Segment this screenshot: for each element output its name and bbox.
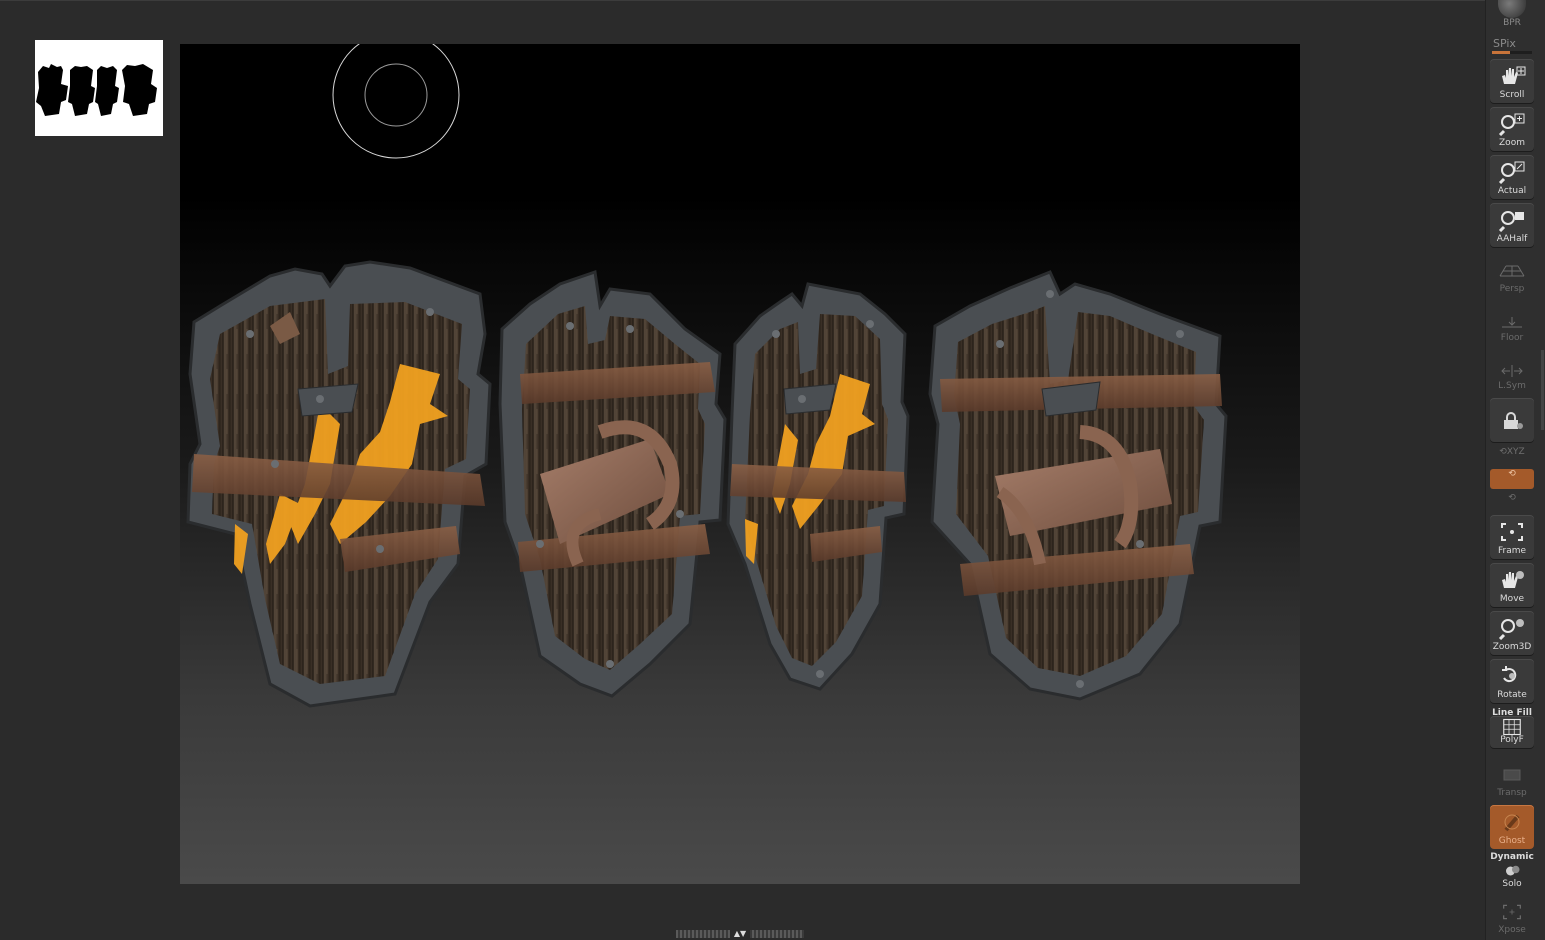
scroll-button[interactable]: Scroll xyxy=(1490,59,1534,103)
z-rotation-toggle[interactable]: ⟲ xyxy=(1490,493,1534,513)
actual-button[interactable]: Actual xyxy=(1490,155,1534,199)
polyf-button[interactable]: PolyF xyxy=(1490,716,1534,748)
y-rotate-icon: ⟲ xyxy=(1508,469,1516,479)
zoom-button[interactable]: Zoom xyxy=(1490,107,1534,151)
xpose-label: Xpose xyxy=(1498,925,1526,935)
hand-move-icon xyxy=(1502,571,1524,588)
zoom3d-button[interactable]: Zoom3D xyxy=(1490,611,1534,655)
zoom3d-label: Zoom3D xyxy=(1492,642,1532,652)
shield-back-strapped xyxy=(498,269,727,698)
right-shelf: BPR SPix Scroll Zoom Actual AAHalf Persp… xyxy=(1485,0,1545,940)
solo-spheres-icon xyxy=(1506,865,1520,876)
move-button[interactable]: Move xyxy=(1490,563,1534,607)
floor-grid-icon xyxy=(1502,317,1522,328)
bpr-button[interactable]: BPR xyxy=(1496,0,1528,28)
spix-slider[interactable] xyxy=(1492,51,1532,54)
aahalf-button[interactable]: AAHalf xyxy=(1490,203,1534,247)
bpr-label: BPR xyxy=(1503,18,1521,28)
rotate-icon xyxy=(1502,666,1517,683)
lsym-label: L.Sym xyxy=(1498,381,1526,391)
xyz-icon: ⟲ xyxy=(1499,447,1507,457)
move-label: Move xyxy=(1499,594,1525,604)
persp-button[interactable]: Persp xyxy=(1490,253,1534,297)
ghost-button[interactable]: Ghost xyxy=(1490,805,1534,849)
actual-size-icon xyxy=(1498,161,1525,184)
right-panel-scroll-handle[interactable] xyxy=(1541,350,1544,430)
floor-label: Floor xyxy=(1500,333,1524,343)
xyz-label: XYZ xyxy=(1506,447,1525,457)
local-symmetry-icon xyxy=(1501,365,1523,377)
ghost-icon xyxy=(1504,814,1520,832)
ghost-label: Ghost xyxy=(1498,836,1526,846)
top-divider xyxy=(0,0,1485,1)
shield-back-strapped-wide xyxy=(928,270,1228,701)
z-rotate-icon: ⟲ xyxy=(1508,493,1516,503)
expand-collapse-icon: ▲▼ xyxy=(730,930,750,938)
rotate-label: Rotate xyxy=(1497,690,1527,700)
solo-button[interactable]: Solo xyxy=(1490,858,1534,892)
xpose-button[interactable]: Xpose xyxy=(1490,898,1534,938)
floor-button[interactable]: Floor xyxy=(1490,302,1534,346)
aahalf-label: AAHalf xyxy=(1496,234,1528,244)
shield-model-render xyxy=(186,260,1228,708)
transp-button[interactable]: Transp xyxy=(1490,757,1534,801)
magnifier-3d-icon xyxy=(1498,619,1524,640)
document-canvas[interactable] xyxy=(180,44,1300,884)
rotate-button[interactable]: Rotate xyxy=(1490,659,1534,703)
persp-label: Persp xyxy=(1499,284,1525,294)
bpr-render-icon xyxy=(1498,0,1526,18)
navigator-thumbnail[interactable] xyxy=(35,40,163,136)
y-rotation-toggle[interactable]: ⟲ xyxy=(1490,469,1534,489)
shield-front-painted-small xyxy=(726,282,910,691)
shield-silhouettes-icon xyxy=(36,64,157,116)
polyframe-grid-icon xyxy=(1503,718,1521,736)
lsym-button[interactable]: L.Sym xyxy=(1490,350,1534,394)
lock-camera-icon xyxy=(1504,412,1523,429)
spix-label: SPix xyxy=(1493,37,1516,50)
perspective-grid-icon xyxy=(1499,265,1525,277)
transp-label: Transp xyxy=(1497,788,1527,798)
antialias-half-icon xyxy=(1498,211,1524,232)
xyz-rotation-row[interactable]: ⟲XYZ xyxy=(1490,447,1534,467)
polyf-label: PolyF xyxy=(1500,735,1524,745)
bottom-shelf-toggle[interactable]: ▲▼ xyxy=(676,930,804,938)
xpose-icon xyxy=(1503,904,1521,920)
spix-slider-fill xyxy=(1492,51,1510,54)
solo-label: Solo xyxy=(1502,879,1522,889)
lock-camera-button[interactable] xyxy=(1490,398,1534,442)
frame-corners-icon xyxy=(1501,523,1523,541)
frame-button[interactable]: Frame xyxy=(1490,515,1534,559)
hand-scroll-icon xyxy=(1502,66,1526,84)
magnifier-zoom-icon xyxy=(1498,113,1525,136)
zoom-label: Zoom xyxy=(1499,138,1525,148)
actual-label: Actual xyxy=(1497,186,1527,196)
scroll-label: Scroll xyxy=(1499,90,1525,100)
frame-label: Frame xyxy=(1497,546,1527,556)
transparency-icon xyxy=(1503,769,1521,781)
shield-front-painted xyxy=(186,260,492,708)
